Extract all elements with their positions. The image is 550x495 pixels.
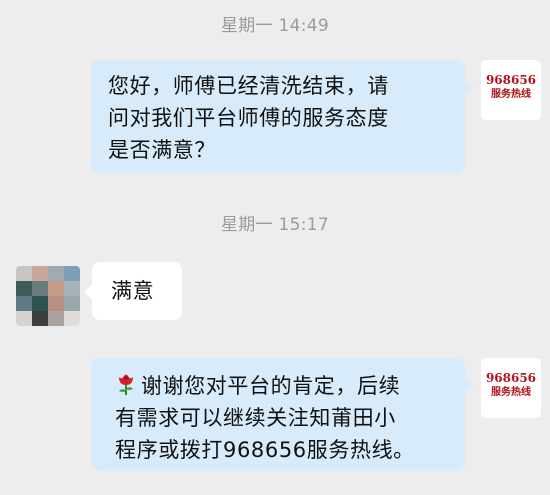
bubble-tail <box>84 285 92 299</box>
message-bubble-service[interactable]: 您好，师傅已经清洗结束，请 问对我们平台师傅的服务态度 是否满意？ <box>91 60 465 173</box>
message-bubble-service[interactable]: 谢谢您对平台的肯定，后续 有需求可以继续关注知莆田小 程序或拨打968656服务… <box>91 358 465 471</box>
timestamp: 星期一 15:17 <box>220 215 330 235</box>
avatar-number: 968656 <box>485 371 537 385</box>
message-line: 您好，师傅已经清洗结束，请 <box>108 74 389 98</box>
message-line: 谢谢您对平台的肯定，后续 <box>141 374 401 398</box>
timestamp: 星期一 14:49 <box>220 16 330 36</box>
rose-icon <box>115 372 137 396</box>
message-line: 程序或拨打968656服务热线。 <box>115 438 415 462</box>
avatar-label: 服务热线 <box>491 89 531 100</box>
bubble-tail <box>465 378 473 392</box>
message-line: 有需求可以继续关注知莆田小 <box>115 406 396 430</box>
message-line: 问对我们平台师傅的服务态度 <box>108 106 389 130</box>
message-bubble-user[interactable]: 满意 <box>92 262 182 320</box>
service-avatar[interactable]: 968656 服务热线 <box>481 60 541 120</box>
bubble-tail <box>465 80 473 94</box>
user-avatar[interactable] <box>16 266 80 326</box>
service-avatar[interactable]: 968656 服务热线 <box>481 358 541 418</box>
avatar-number: 968656 <box>485 73 537 87</box>
message-line: 满意 <box>111 279 155 303</box>
avatar-label: 服务热线 <box>491 387 531 398</box>
message-line: 是否满意？ <box>108 138 216 162</box>
